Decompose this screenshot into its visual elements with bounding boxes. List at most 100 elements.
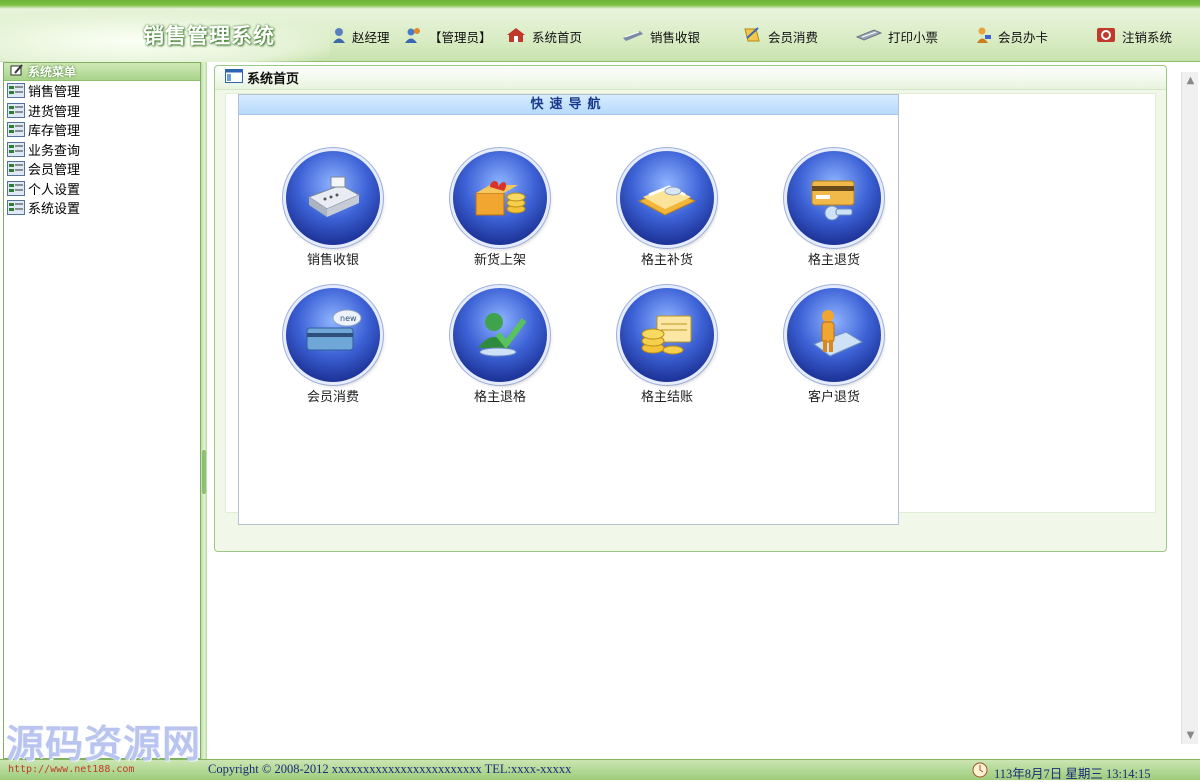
orb bbox=[787, 151, 881, 245]
sidebar-menu: 销售管理 进货管理 库存管理 业务查询 会员管理 个人设置 系统设置 bbox=[4, 81, 200, 218]
sidebar-item-personal[interactable]: 个人设置 bbox=[4, 179, 200, 199]
return-goods-icon bbox=[811, 180, 855, 221]
tile-label: 新货上架 bbox=[473, 253, 526, 268]
orb bbox=[453, 288, 547, 382]
nav-home-label: 系统首页 bbox=[532, 29, 583, 45]
print-icon bbox=[855, 28, 883, 45]
current-user: 赵经理 bbox=[332, 22, 390, 50]
nav-logout[interactable]: 注销系统 bbox=[1096, 22, 1172, 50]
sidebar-item-label: 个人设置 bbox=[28, 182, 81, 198]
orb bbox=[787, 288, 881, 382]
nav-member-card-label: 会员办卡 bbox=[998, 29, 1049, 45]
tile-owner-settlement[interactable]: 格主结账 bbox=[607, 288, 727, 408]
svg-text:new: new bbox=[340, 314, 357, 323]
nav-member-card[interactable]: 会员办卡 bbox=[974, 22, 1048, 50]
user-name: 赵经理 bbox=[352, 29, 390, 45]
folder-tree-icon bbox=[7, 161, 25, 177]
sidebar-item-members[interactable]: 会员管理 bbox=[4, 159, 200, 179]
home-panel: 系统首页 快速导航 销售收银 新货上架 格主补货 格主退货 new 会员消费 格… bbox=[214, 65, 1167, 552]
sidebar: 系统菜单 销售管理 进货管理 库存管理 业务查询 会员管理 个人设置 系统设置 bbox=[3, 62, 201, 759]
copyright-text: Copyright © 2008-2012 xxxxxxxxxxxxxxxxxx… bbox=[208, 762, 572, 776]
new-goods-icon bbox=[475, 181, 526, 216]
tile-customer-return[interactable]: 客户退货 bbox=[774, 288, 894, 408]
scroll-down-icon[interactable]: ▼ bbox=[1182, 727, 1199, 744]
window-icon bbox=[225, 68, 243, 87]
tile-restock[interactable]: 格主补货 bbox=[607, 151, 727, 271]
user-check-icon bbox=[478, 313, 527, 357]
panel-header: 系统首页 bbox=[215, 66, 1166, 90]
tile-return-goods[interactable]: 格主退货 bbox=[774, 151, 894, 271]
menu-edit-icon bbox=[10, 64, 24, 79]
member-card-icon: new bbox=[306, 309, 362, 351]
sidebar-item-inventory[interactable]: 库存管理 bbox=[4, 120, 200, 140]
sidebar-item-label: 会员管理 bbox=[28, 163, 81, 179]
sidebar-item-label: 进货管理 bbox=[28, 104, 81, 120]
clock-icon bbox=[972, 762, 988, 782]
tile-owner-checkout-stall[interactable]: 格主退格 bbox=[440, 288, 560, 408]
folder-tree-icon bbox=[7, 141, 25, 157]
user-role: 【管理员】 bbox=[429, 29, 492, 45]
sidebar-title: 系统菜单 bbox=[28, 65, 77, 79]
quick-nav-box: 快速导航 销售收银 新货上架 格主补货 格主退货 new 会员消费 格主退格 格… bbox=[238, 94, 899, 525]
sidebar-item-sales[interactable]: 销售管理 bbox=[4, 81, 200, 101]
tile-label: 格主结账 bbox=[640, 390, 693, 405]
orb bbox=[620, 288, 714, 382]
sidebar-item-system[interactable]: 系统设置 bbox=[4, 198, 200, 218]
current-role: 【管理员】 bbox=[405, 22, 492, 50]
sidebar-item-label: 系统设置 bbox=[28, 202, 81, 218]
tile-sales-cashier[interactable]: 销售收银 bbox=[273, 151, 393, 271]
tile-member-consume[interactable]: new 会员消费 bbox=[273, 288, 393, 408]
folder-tree-icon bbox=[7, 200, 25, 216]
tile-label: 客户退货 bbox=[807, 390, 860, 405]
sidebar-header: 系统菜单 bbox=[4, 63, 200, 81]
member-consume-icon bbox=[742, 26, 762, 47]
nav-member-consume[interactable]: 会员消费 bbox=[742, 22, 818, 50]
panel-title: 系统首页 bbox=[247, 72, 300, 87]
datetime-text: 113年8月7日 星期三 13:14:15 bbox=[994, 766, 1151, 781]
tile-new-goods[interactable]: 新货上架 bbox=[440, 151, 560, 271]
tile-label: 格主退货 bbox=[807, 253, 860, 268]
nav-cashier[interactable]: 销售收银 bbox=[622, 22, 700, 50]
nav-print-receipt-label: 打印小票 bbox=[888, 29, 939, 45]
nav-cashier-label: 销售收银 bbox=[650, 29, 701, 45]
main-content: 系统首页 快速导航 销售收银 新货上架 格主补货 格主退货 new 会员消费 格… bbox=[207, 62, 1198, 759]
tile-label: 销售收银 bbox=[306, 253, 359, 268]
folder-tree-icon bbox=[7, 83, 25, 99]
vertical-scrollbar[interactable]: ▲ ▼ bbox=[1181, 72, 1198, 744]
folder-tree-icon bbox=[7, 122, 25, 138]
coins-checkout-icon bbox=[641, 315, 692, 355]
quick-nav-title: 快速导航 bbox=[239, 95, 898, 115]
cash-register-icon bbox=[307, 176, 361, 217]
cash-register-icon bbox=[622, 28, 644, 45]
restock-icon bbox=[637, 185, 697, 216]
nav-home[interactable]: 系统首页 bbox=[506, 22, 582, 50]
logout-icon bbox=[1096, 26, 1116, 47]
top-nav: 赵经理 【管理员】 系统首页 销售收银 会员消费 打印小票 会员办卡 注销系统 bbox=[330, 22, 1200, 50]
users-icon bbox=[405, 27, 423, 46]
scroll-up-icon[interactable]: ▲ bbox=[1182, 72, 1199, 89]
orb bbox=[453, 151, 547, 245]
folder-tree-icon bbox=[7, 102, 25, 118]
watermark: 源码资源网 bbox=[6, 722, 202, 766]
sidebar-item-label: 业务查询 bbox=[28, 143, 81, 159]
orb bbox=[286, 151, 380, 245]
nav-logout-label: 注销系统 bbox=[1122, 29, 1173, 45]
tile-label: 格主补货 bbox=[640, 253, 693, 268]
datetime-display: 113年8月7日 星期三 13:14:15 bbox=[972, 762, 1150, 782]
app-title: 销售管理系统 bbox=[143, 23, 275, 48]
splitter-handle[interactable] bbox=[202, 450, 206, 494]
customer-return-icon bbox=[812, 310, 864, 357]
nav-print-receipt[interactable]: 打印小票 bbox=[855, 22, 939, 50]
nav-member-consume-label: 会员消费 bbox=[768, 29, 819, 45]
user-icon bbox=[332, 27, 346, 46]
sidebar-item-query[interactable]: 业务查询 bbox=[4, 140, 200, 160]
sidebar-item-label: 销售管理 bbox=[28, 85, 81, 101]
member-card-icon bbox=[974, 26, 992, 47]
sidebar-item-purchase[interactable]: 进货管理 bbox=[4, 101, 200, 121]
orb bbox=[620, 151, 714, 245]
tile-label: 会员消费 bbox=[306, 390, 359, 405]
top-header: 销售管理系统 赵经理 【管理员】 系统首页 销售收银 会员消费 打印小票 会员办… bbox=[0, 0, 1200, 62]
orb: new bbox=[286, 288, 380, 382]
home-icon bbox=[506, 27, 526, 46]
sidebar-item-label: 库存管理 bbox=[28, 124, 81, 140]
